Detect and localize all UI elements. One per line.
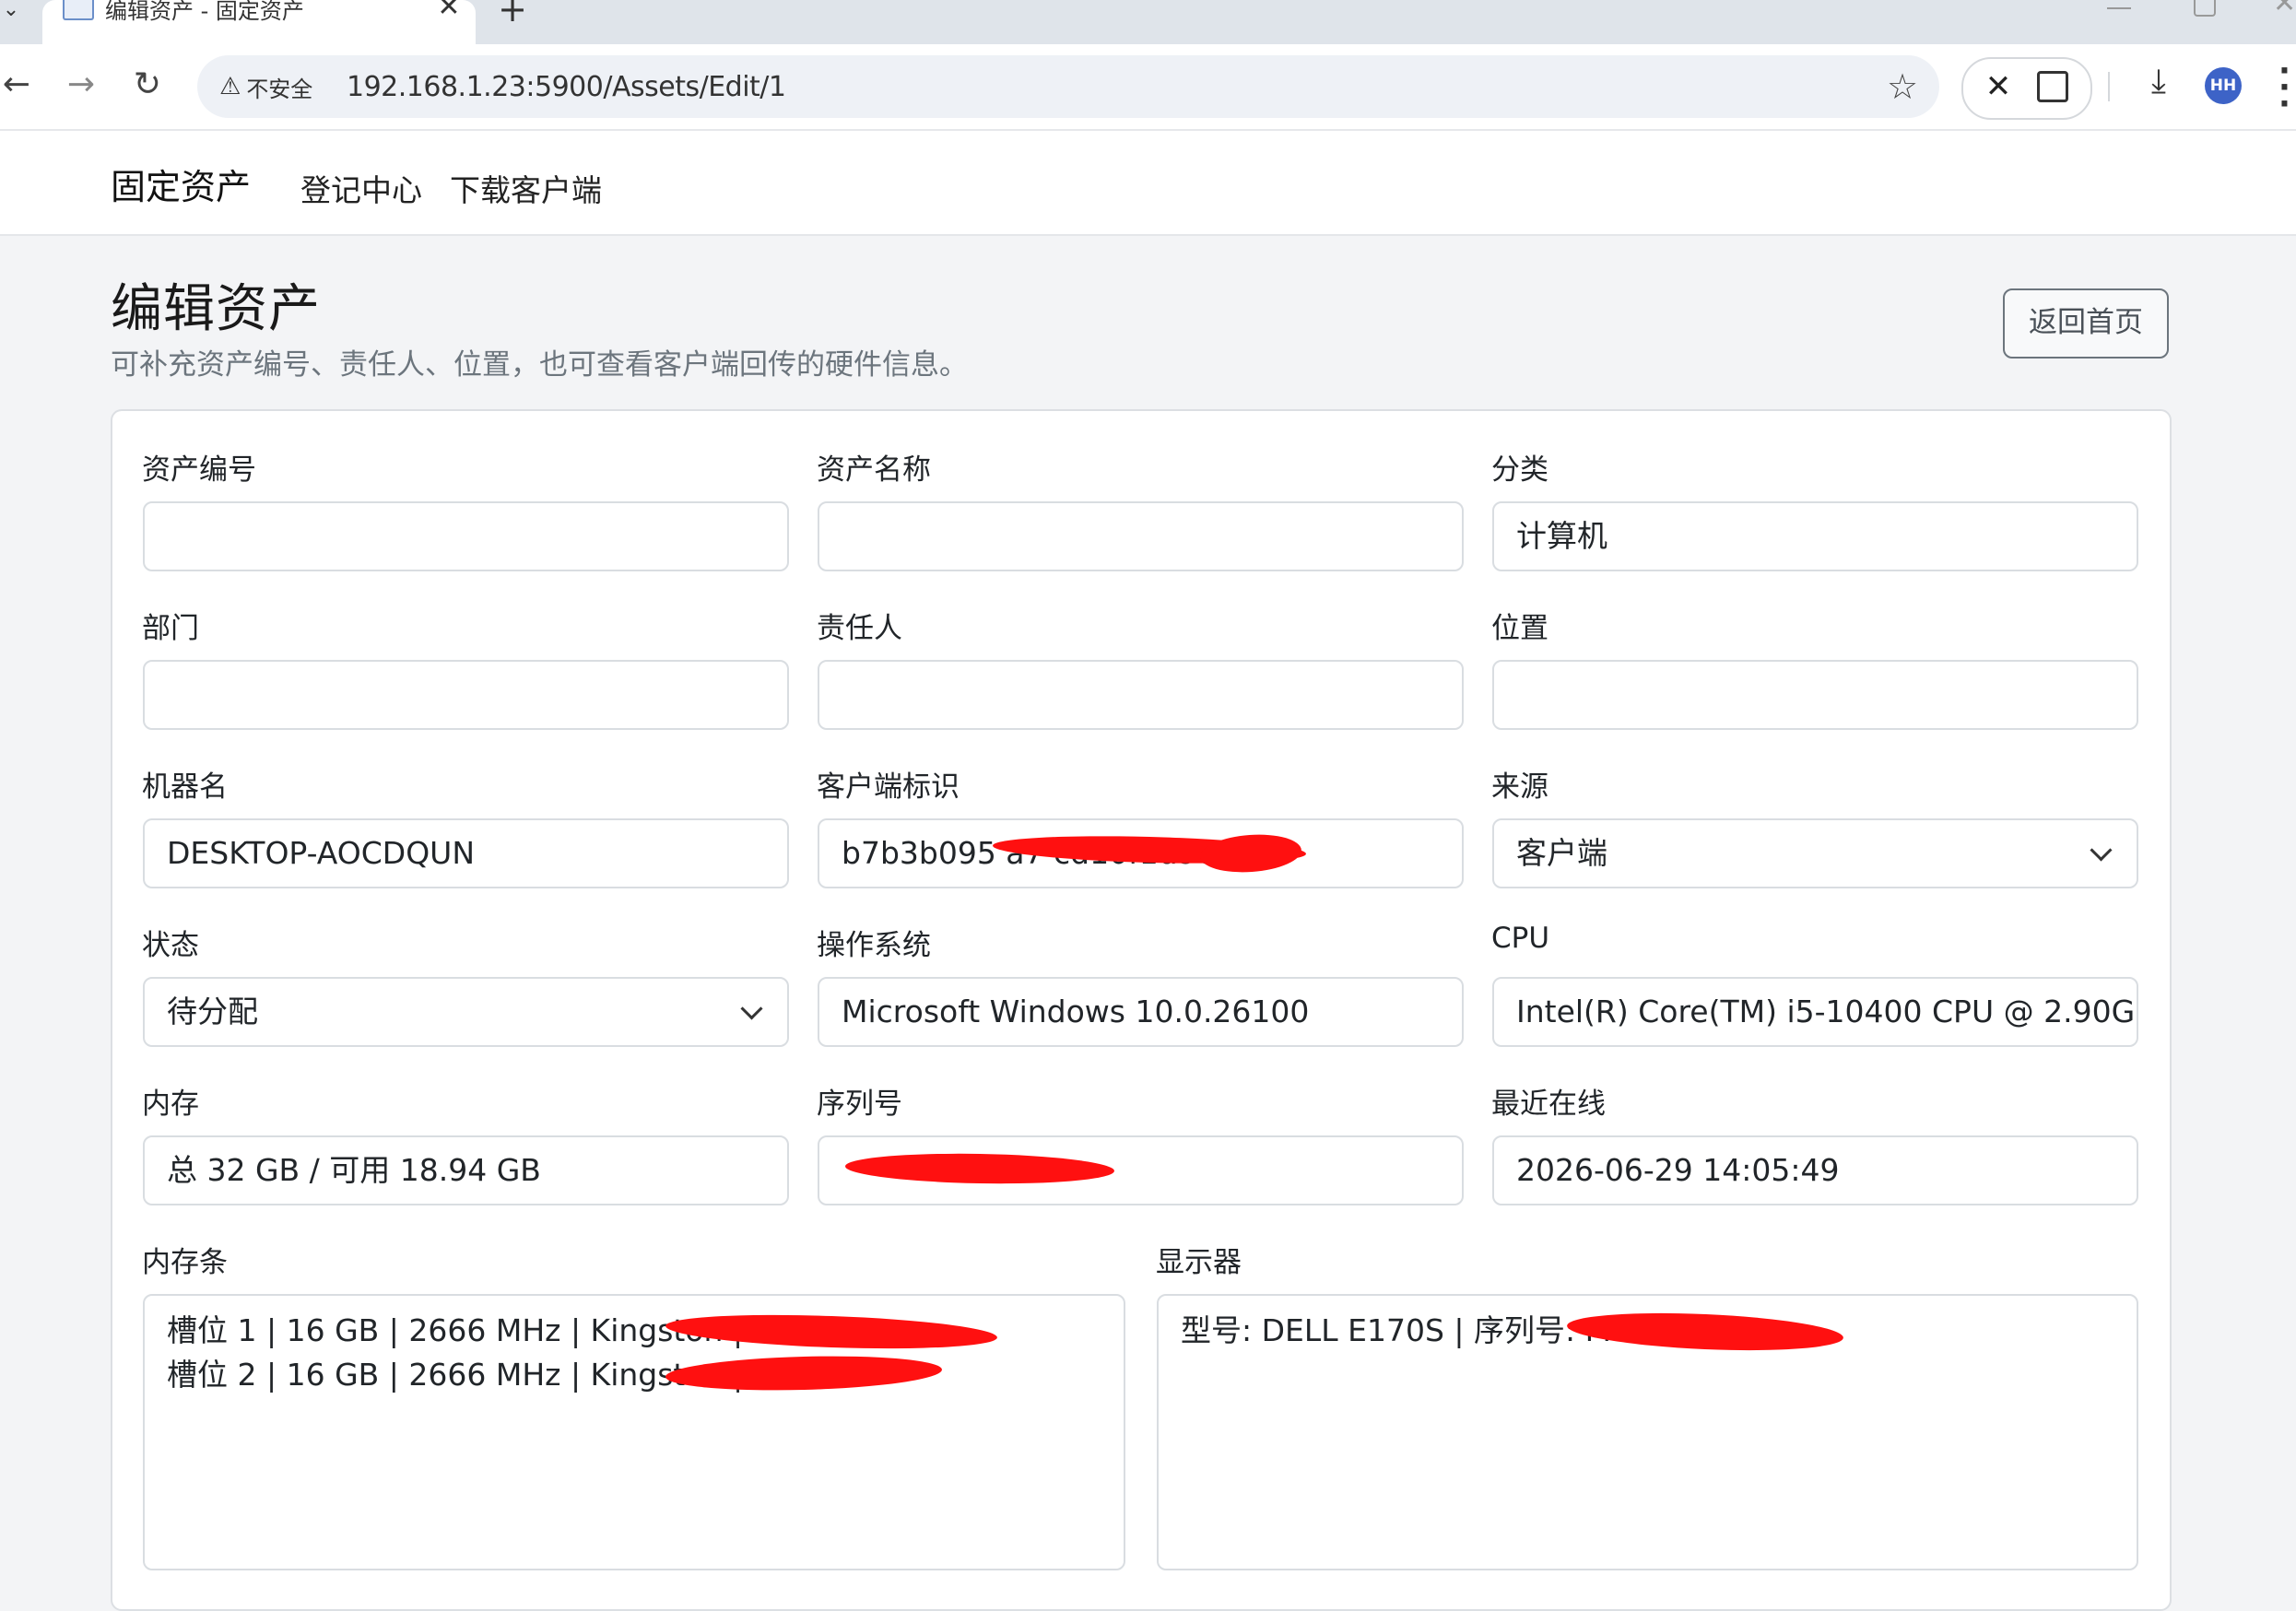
owner-label: 责任人 [817,612,902,645]
last-online-label: 最近在线 [1491,1088,1606,1121]
new-tab-icon[interactable]: + [494,0,531,29]
memory-modules-label: 内存条 [142,1246,228,1279]
department-input[interactable] [143,660,789,730]
status-selected-value: 待分配 [167,994,258,1029]
forward-arrow-icon[interactable]: → [63,66,100,103]
page-subtitle: 可补充资产编号、责任人、位置，也可查看客户端回传的硬件信息。 [111,348,968,382]
machine-name-input[interactable]: DESKTOP-AOCDQUN [143,818,789,888]
client-id-label: 客户端标识 [817,770,960,804]
warning-triangle-icon: ⚠ [219,73,241,100]
browser-tab-active[interactable]: 编辑资产 - 固定资产 ✕ [42,0,476,44]
cpu-label: CPU [1491,922,1550,955]
app-navbar: 固定资产 登记中心 下载客户端 [0,131,2296,236]
cpu-input[interactable]: Intel(R) Core(TM) i5-10400 CPU @ 2.90GHz [1492,977,2138,1047]
asset-name-label: 资产名称 [817,453,931,487]
tab-close-icon[interactable]: ✕ [433,0,465,23]
security-label: 不安全 [246,76,313,102]
nav-link-register-center[interactable]: 登记中心 [300,166,422,210]
page-title: 编辑资产 [111,279,321,339]
browser-menu-icon[interactable]: · · · [2278,55,2293,120]
toolbar-divider [2108,72,2110,101]
memory-label: 内存 [142,1088,199,1121]
category-label: 分类 [1491,453,1548,487]
source-select[interactable]: 客户端 [1492,818,2138,888]
page-favicon-icon [63,0,94,20]
tab-title: 编辑资产 - 固定资产 [105,0,304,24]
back-home-button[interactable]: 返回首页 [2003,288,2169,359]
asset-no-label: 资产编号 [142,453,256,487]
serial-label: 序列号 [817,1088,902,1121]
tab-search-chevron-icon[interactable]: ⌄ [0,0,22,28]
last-online-input[interactable]: 2026-06-29 14:05:49 [1492,1135,2138,1205]
download-icon[interactable]: ⤓ [2138,63,2179,101]
brand-link[interactable]: 固定资产 [111,159,251,209]
location-label: 位置 [1491,612,1548,645]
chevron-down-icon [2090,839,2113,862]
os-input[interactable]: Microsoft Windows 10.0.26100 [818,977,1464,1047]
browser-toolbar: ← → ↻ ⚠ 不安全 192.168.1.23:5900/Assets/Edi… [0,44,2296,131]
browser-tab-bar: ⌄ 编辑资产 - 固定资产 ✕ + ✕ [0,0,2296,44]
url-text[interactable]: 192.168.1.23:5900/Assets/Edit/1 [347,71,786,103]
window-close-icon[interactable]: ✕ [2273,0,2296,19]
window-restore-icon[interactable] [2194,0,2216,17]
security-indicator[interactable]: ⚠ 不安全 [210,65,322,109]
edit-asset-form-card: 资产编号 资产名称 分类 计算机 部门 责任人 位置 机器名 DESKTOP-A… [111,409,2172,1611]
extensions-group: ✕ [1961,57,2092,120]
extensions-puzzle-icon[interactable] [2037,71,2068,102]
window-minimize-icon[interactable] [2107,7,2131,9]
asset-no-input[interactable] [143,501,789,571]
asset-name-input[interactable] [818,501,1464,571]
memory-input[interactable]: 总 32 GB / 可用 18.94 GB [143,1135,789,1205]
machine-name-label: 机器名 [142,770,228,804]
chevron-down-icon [740,997,763,1020]
category-input[interactable]: 计算机 [1492,501,2138,571]
monitors-label: 显示器 [1156,1246,1242,1279]
address-bar[interactable]: ⚠ 不安全 192.168.1.23:5900/Assets/Edit/1 ☆ [197,55,1939,118]
owner-input[interactable] [818,660,1464,730]
back-arrow-icon[interactable]: ← [0,66,33,103]
source-label: 来源 [1491,770,1548,804]
os-label: 操作系统 [817,929,931,962]
department-label: 部门 [142,612,199,645]
reload-icon[interactable]: ↻ [129,66,166,103]
status-select[interactable]: 待分配 [143,977,789,1047]
status-label: 状态 [142,929,199,962]
location-input[interactable] [1492,660,2138,730]
profile-avatar[interactable]: HH [2205,67,2242,104]
source-selected-value: 客户端 [1516,835,1607,871]
extension-x-icon[interactable]: ✕ [1980,68,2017,105]
bookmark-star-icon[interactable]: ☆ [1882,66,1923,107]
nav-link-download-client[interactable]: 下载客户端 [450,166,602,210]
